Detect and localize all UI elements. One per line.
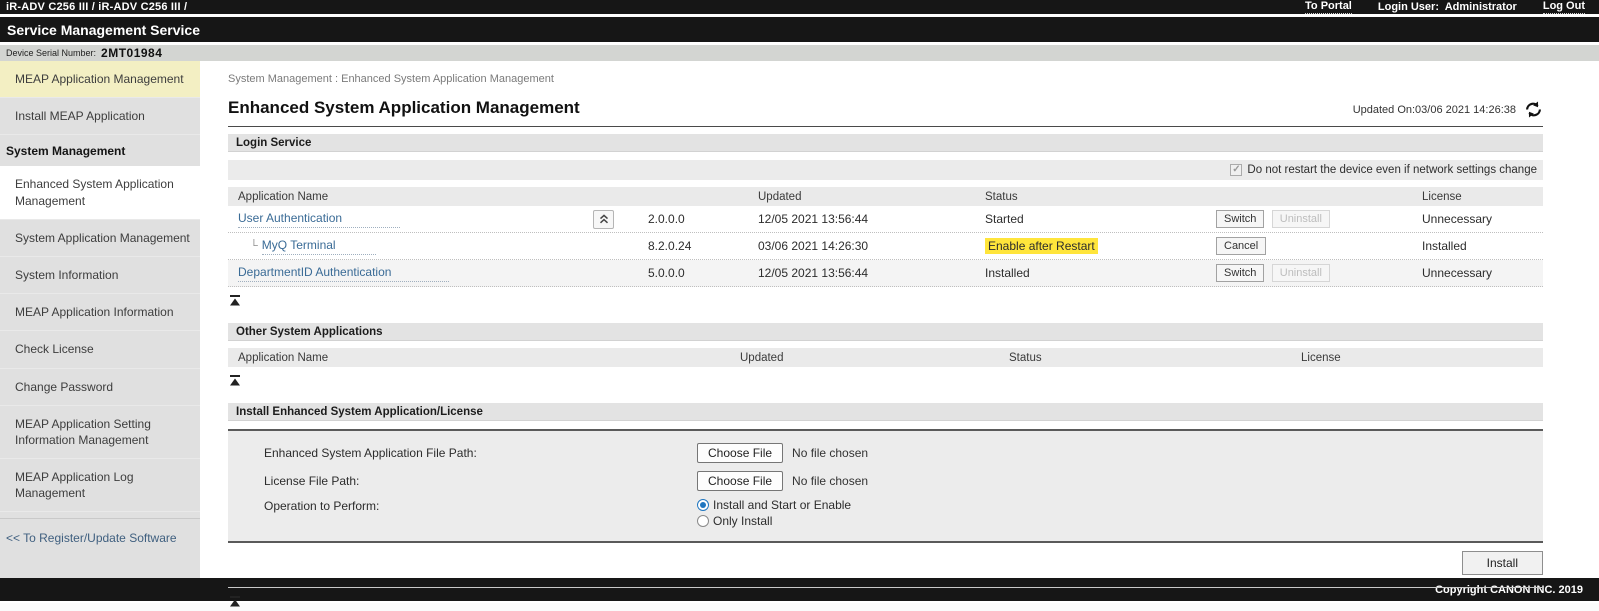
radio-unselected-icon[interactable] [697,515,709,527]
do-not-restart-label: Do not restart the device even if networ… [1247,164,1537,176]
install-section-header: Install Enhanced System Application/Lice… [228,403,1543,421]
enhanced-app-file-path-label: Enhanced System Application File Path: [228,446,697,460]
sidebar-item-meap-application-management[interactable]: MEAP Application Management [0,61,200,98]
collapse-icon[interactable] [593,210,614,229]
table-row-departmentid-authentication: DepartmentID Authentication 5.0.0.0 12/0… [228,260,1543,287]
scroll-top-icon[interactable] [229,293,241,311]
restart-option-band: ✓ Do not restart the device even if netw… [228,160,1543,180]
sidebar-item-check-license[interactable]: Check License [0,331,200,368]
other-apps-table-header: Application Name Updated Status License [228,348,1543,367]
version-cell: 2.0.0.0 [648,212,758,226]
switch-button[interactable]: Switch [1216,264,1264,282]
updated-cell: 12/05 2021 13:56:44 [758,212,985,226]
to-portal-link[interactable]: To Portal [1305,0,1352,14]
col-license: License [1422,191,1543,203]
departmentid-authentication-link[interactable]: DepartmentID Authentication [238,265,449,282]
sidebar: MEAP Application Management Install MEAP… [0,61,200,578]
file-chosen-text: No file chosen [792,474,868,488]
login-user-label: Login User: Administrator [1378,1,1517,13]
file-chosen-text: No file chosen [792,446,868,460]
uninstall-button: Uninstall [1272,210,1330,228]
app-title-bar: Service Management Service [0,17,1599,42]
install-button[interactable]: Install [1462,551,1543,575]
scroll-top-icon[interactable] [229,594,241,611]
page: iR-ADV C256 III / iR-ADV C256 III / To P… [0,0,1599,611]
sidebar-header-system-management: System Management [0,135,200,166]
login-service-table: Application Name Updated Status License … [228,187,1543,287]
license-cell: Unnecessary [1422,212,1543,226]
to-register-update-software-link[interactable]: << To Register/Update Software [0,519,200,557]
other-apps-table: Application Name Updated Status License [228,348,1543,367]
license-file-path-label: License File Path: [228,474,697,488]
status-cell: Started [985,212,1216,226]
enhanced-app-file-path-row: Enhanced System Application File Path: C… [228,439,1543,467]
page-title: Enhanced System Application Management [228,98,580,118]
col-license: License [1301,352,1543,364]
uninstall-button: Uninstall [1272,264,1330,282]
serial-value: 2MT01984 [101,46,162,60]
login-user-value: Administrator [1445,1,1517,13]
status-cell-highlighted: Enable after Restart [985,238,1098,254]
sidebar-item-install-meap-application[interactable]: Install MEAP Application [0,98,200,135]
operation-row: Operation to Perform: Install and Start … [228,495,1543,531]
col-status: Status [985,191,1216,203]
updated-cell: 12/05 2021 13:56:44 [758,266,985,280]
choose-file-button[interactable]: Choose File [697,471,783,491]
content-end-rule [228,587,1543,588]
version-cell: 8.2.0.24 [648,239,758,253]
breadcrumb: System Management : Enhanced System Appl… [228,73,1543,85]
sidebar-item-change-password[interactable]: Change Password [0,369,200,406]
col-updated: Updated [740,352,1009,364]
login-table-header: Application Name Updated Status License [228,187,1543,206]
switch-button[interactable]: Switch [1216,210,1264,228]
cancel-button[interactable]: Cancel [1216,237,1266,255]
radio-selected-icon[interactable] [697,499,709,511]
col-application-name: Application Name [228,352,740,364]
app-title: Service Management Service [7,22,200,38]
do-not-restart-checkbox[interactable]: ✓ [1230,164,1242,176]
updated-cell: 03/06 2021 14:26:30 [758,239,985,253]
table-row-user-authentication: User Authentication 2.0.0.0 12/05 2021 1… [228,206,1543,233]
serial-label: Device Serial Number: [6,48,96,58]
col-status: Status [1009,352,1301,364]
serial-band: Device Serial Number: 2MT01984 [0,42,1599,61]
myq-terminal-link[interactable]: MyQ Terminal [262,238,376,255]
scroll-top-icon[interactable] [229,373,241,391]
radio-only-install[interactable]: Only Install [697,514,1543,528]
col-application-name: Application Name [228,191,648,203]
updated-on-text: Updated On:03/06 2021 14:26:38 [1353,104,1516,116]
sidebar-item-meap-application-information[interactable]: MEAP Application Information [0,294,200,331]
main-content: System Management : Enhanced System Appl… [200,61,1599,578]
install-form: Enhanced System Application File Path: C… [228,429,1543,543]
sidebar-item-meap-application-log-management[interactable]: MEAP Application Log Management [0,459,200,512]
version-cell: 5.0.0.0 [648,266,758,280]
license-file-path-row: License File Path: Choose File No file c… [228,467,1543,495]
col-updated: Updated [758,191,985,203]
refresh-icon[interactable] [1524,101,1543,118]
license-cell: Installed [1422,239,1543,253]
status-cell: Installed [985,266,1216,280]
sidebar-item-system-application-management[interactable]: System Application Management [0,220,200,257]
sidebar-item-meap-application-setting-information-management[interactable]: MEAP Application Setting Information Man… [0,406,200,459]
sidebar-item-system-information[interactable]: System Information [0,257,200,294]
user-authentication-link[interactable]: User Authentication [238,211,400,228]
sidebar-item-enhanced-system-application-management[interactable]: Enhanced System Application Management [0,166,200,219]
logout-link[interactable]: Log Out [1543,0,1585,14]
device-title: iR-ADV C256 III / iR-ADV C256 III / [6,1,187,13]
device-title-bar: iR-ADV C256 III / iR-ADV C256 III / To P… [0,0,1599,14]
operation-label: Operation to Perform: [228,495,697,513]
license-cell: Unnecessary [1422,266,1543,280]
table-row-myq-terminal: └ MyQ Terminal 8.2.0.24 03/06 2021 14:26… [228,233,1543,260]
tree-branch-icon: └ [250,240,258,252]
radio-install-and-start[interactable]: Install and Start or Enable [697,498,1543,512]
choose-file-button[interactable]: Choose File [697,443,783,463]
login-service-section-header: Login Service [228,134,1543,152]
other-apps-section-header: Other System Applications [228,323,1543,341]
